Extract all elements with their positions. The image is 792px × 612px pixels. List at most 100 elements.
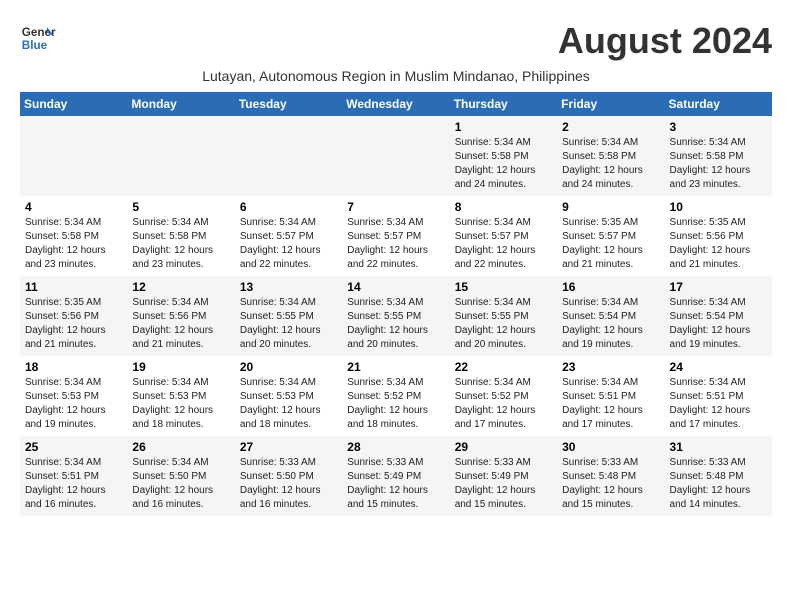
- calendar-cell: 27 Sunrise: 5:33 AM Sunset: 5:50 PM Dayli…: [235, 436, 342, 516]
- month-title: August 2024: [558, 20, 772, 62]
- calendar-cell: 17Sunrise: 5:34 AM Sunset: 5:54 PM Dayli…: [665, 276, 772, 356]
- day-number: 14: [347, 280, 444, 294]
- calendar-cell: [235, 116, 342, 196]
- cell-info: Sunrise: 5:34 AM Sunset: 5:53 PM Dayligh…: [25, 376, 122, 432]
- cell-info: Sunrise: 5:34 AM Sunset: 5:52 PM Dayligh…: [455, 376, 552, 432]
- cell-info: Sunrise: 5:34 AM Sunset: 5:54 PM Dayligh…: [670, 296, 767, 352]
- calendar-cell: 16 Sunrise: 5:34 AM Sunset: 5:54 PM Dayli…: [557, 276, 664, 356]
- cell-info: Sunrise: 5:34 AM Sunset: 5:58 PM Dayligh…: [670, 136, 767, 192]
- cell-info: Sunrise: 5:34 AM Sunset: 5:52 PM Dayligh…: [347, 376, 444, 432]
- day-number: 19: [132, 360, 229, 374]
- page-subtitle: Lutayan, Autonomous Region in Muslim Min…: [20, 68, 772, 84]
- cell-info: Sunrise: 5:33 AM Sunset: 5:48 PM Dayligh…: [670, 456, 767, 512]
- cell-info: Sunrise: 5:34 AM Sunset: 5:51 PM Dayligh…: [562, 376, 659, 432]
- cell-info: Sunrise: 5:35 AM Sunset: 5:57 PM Dayligh…: [562, 216, 659, 272]
- calendar-week-row: 11 Sunrise: 5:35 AM Sunset: 5:56 PM Dayli…: [20, 276, 772, 356]
- calendar-cell: 29 Sunrise: 5:33 AM Sunset: 5:49 PM Dayli…: [450, 436, 557, 516]
- col-header-wednesday: Wednesday: [342, 92, 449, 116]
- calendar-cell: 24Sunrise: 5:34 AM Sunset: 5:51 PM Dayli…: [665, 356, 772, 436]
- col-header-sunday: Sunday: [20, 92, 127, 116]
- day-number: 9: [562, 200, 659, 214]
- logo-icon: General Blue: [20, 20, 56, 56]
- day-number: 3: [670, 120, 767, 134]
- cell-info: Sunrise: 5:34 AM Sunset: 5:57 PM Dayligh…: [455, 216, 552, 272]
- calendar-cell: 12Sunrise: 5:34 AM Sunset: 5:56 PM Dayli…: [127, 276, 234, 356]
- calendar-cell: 22Sunrise: 5:34 AM Sunset: 5:52 PM Dayli…: [450, 356, 557, 436]
- calendar-cell: 3 Sunrise: 5:34 AM Sunset: 5:58 PM Daylig…: [665, 116, 772, 196]
- cell-info: Sunrise: 5:33 AM Sunset: 5:49 PM Dayligh…: [347, 456, 444, 512]
- cell-info: Sunrise: 5:33 AM Sunset: 5:50 PM Dayligh…: [240, 456, 337, 512]
- day-number: 11: [25, 280, 122, 294]
- day-number: 20: [240, 360, 337, 374]
- calendar-cell: 19 Sunrise: 5:34 AM Sunset: 5:53 PM Dayli…: [127, 356, 234, 436]
- cell-info: Sunrise: 5:33 AM Sunset: 5:48 PM Dayligh…: [562, 456, 659, 512]
- cell-info: Sunrise: 5:34 AM Sunset: 5:57 PM Dayligh…: [240, 216, 337, 272]
- calendar-cell: 7Sunrise: 5:34 AM Sunset: 5:57 PM Daylig…: [342, 196, 449, 276]
- calendar-cell: 10Sunrise: 5:35 AM Sunset: 5:56 PM Dayli…: [665, 196, 772, 276]
- day-number: 26: [132, 440, 229, 454]
- calendar-header: SundayMondayTuesdayWednesdayThursdayFrid…: [20, 92, 772, 116]
- cell-info: Sunrise: 5:34 AM Sunset: 5:55 PM Dayligh…: [240, 296, 337, 352]
- calendar-cell: 6 Sunrise: 5:34 AM Sunset: 5:57 PM Daylig…: [235, 196, 342, 276]
- calendar-cell: 20 Sunrise: 5:34 AM Sunset: 5:53 PM Dayli…: [235, 356, 342, 436]
- calendar-cell: 4 Sunrise: 5:34 AM Sunset: 5:58 PM Daylig…: [20, 196, 127, 276]
- calendar-cell: 28 Sunrise: 5:33 AM Sunset: 5:49 PM Dayli…: [342, 436, 449, 516]
- day-number: 27: [240, 440, 337, 454]
- day-number: 25: [25, 440, 122, 454]
- cell-info: Sunrise: 5:34 AM Sunset: 5:54 PM Dayligh…: [562, 296, 659, 352]
- day-number: 30: [562, 440, 659, 454]
- cell-info: Sunrise: 5:34 AM Sunset: 5:55 PM Dayligh…: [347, 296, 444, 352]
- day-number: 6: [240, 200, 337, 214]
- calendar-cell: 9 Sunrise: 5:35 AM Sunset: 5:57 PM Daylig…: [557, 196, 664, 276]
- cell-info: Sunrise: 5:35 AM Sunset: 5:56 PM Dayligh…: [25, 296, 122, 352]
- day-number: 18: [25, 360, 122, 374]
- calendar-cell: 31 Sunrise: 5:33 AM Sunset: 5:48 PM Dayli…: [665, 436, 772, 516]
- calendar-cell: 30 Sunrise: 5:33 AM Sunset: 5:48 PM Dayli…: [557, 436, 664, 516]
- day-number: 31: [670, 440, 767, 454]
- day-number: 13: [240, 280, 337, 294]
- day-number: 1: [455, 120, 552, 134]
- cell-info: Sunrise: 5:34 AM Sunset: 5:58 PM Dayligh…: [132, 216, 229, 272]
- col-header-saturday: Saturday: [665, 92, 772, 116]
- cell-info: Sunrise: 5:34 AM Sunset: 5:51 PM Dayligh…: [25, 456, 122, 512]
- svg-text:Blue: Blue: [22, 39, 48, 52]
- calendar-cell: 18 Sunrise: 5:34 AM Sunset: 5:53 PM Dayli…: [20, 356, 127, 436]
- calendar-week-row: 25 Sunrise: 5:34 AM Sunset: 5:51 PM Dayli…: [20, 436, 772, 516]
- calendar-table: SundayMondayTuesdayWednesdayThursdayFrid…: [20, 92, 772, 516]
- calendar-week-row: 18 Sunrise: 5:34 AM Sunset: 5:53 PM Dayli…: [20, 356, 772, 436]
- calendar-cell: [127, 116, 234, 196]
- calendar-cell: 13 Sunrise: 5:34 AM Sunset: 5:55 PM Dayli…: [235, 276, 342, 356]
- cell-info: Sunrise: 5:34 AM Sunset: 5:58 PM Dayligh…: [25, 216, 122, 272]
- day-number: 4: [25, 200, 122, 214]
- logo: General Blue: [20, 20, 56, 56]
- calendar-cell: 23 Sunrise: 5:34 AM Sunset: 5:51 PM Dayli…: [557, 356, 664, 436]
- day-number: 28: [347, 440, 444, 454]
- day-number: 29: [455, 440, 552, 454]
- calendar-cell: 1 Sunrise: 5:34 AM Sunset: 5:58 PM Daylig…: [450, 116, 557, 196]
- cell-info: Sunrise: 5:34 AM Sunset: 5:58 PM Dayligh…: [562, 136, 659, 192]
- day-number: 16: [562, 280, 659, 294]
- day-number: 15: [455, 280, 552, 294]
- calendar-cell: 21 Sunrise: 5:34 AM Sunset: 5:52 PM Dayli…: [342, 356, 449, 436]
- day-number: 10: [670, 200, 767, 214]
- col-header-tuesday: Tuesday: [235, 92, 342, 116]
- calendar-week-row: 1 Sunrise: 5:34 AM Sunset: 5:58 PM Daylig…: [20, 116, 772, 196]
- cell-info: Sunrise: 5:33 AM Sunset: 5:49 PM Dayligh…: [455, 456, 552, 512]
- day-number: 21: [347, 360, 444, 374]
- calendar-cell: 15 Sunrise: 5:34 AM Sunset: 5:55 PM Dayli…: [450, 276, 557, 356]
- cell-info: Sunrise: 5:34 AM Sunset: 5:55 PM Dayligh…: [455, 296, 552, 352]
- cell-info: Sunrise: 5:34 AM Sunset: 5:53 PM Dayligh…: [132, 376, 229, 432]
- calendar-cell: 5 Sunrise: 5:34 AM Sunset: 5:58 PM Daylig…: [127, 196, 234, 276]
- day-number: 5: [132, 200, 229, 214]
- calendar-cell: [20, 116, 127, 196]
- col-header-thursday: Thursday: [450, 92, 557, 116]
- day-number: 23: [562, 360, 659, 374]
- calendar-cell: 26 Sunrise: 5:34 AM Sunset: 5:50 PM Dayli…: [127, 436, 234, 516]
- cell-info: Sunrise: 5:34 AM Sunset: 5:51 PM Dayligh…: [670, 376, 767, 432]
- cell-info: Sunrise: 5:34 AM Sunset: 5:50 PM Dayligh…: [132, 456, 229, 512]
- cell-info: Sunrise: 5:34 AM Sunset: 5:56 PM Dayligh…: [132, 296, 229, 352]
- page-header: General Blue August 2024: [20, 20, 772, 62]
- cell-info: Sunrise: 5:34 AM Sunset: 5:58 PM Dayligh…: [455, 136, 552, 192]
- calendar-cell: 8Sunrise: 5:34 AM Sunset: 5:57 PM Daylig…: [450, 196, 557, 276]
- cell-info: Sunrise: 5:34 AM Sunset: 5:53 PM Dayligh…: [240, 376, 337, 432]
